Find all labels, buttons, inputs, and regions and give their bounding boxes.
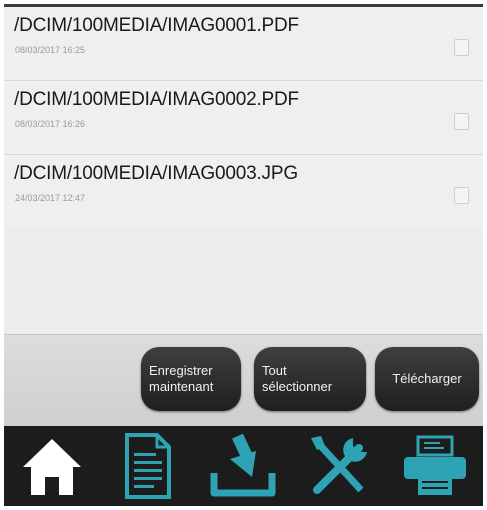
- printer-icon: [404, 435, 467, 495]
- file-path: /DCIM/100MEDIA/IMAG0003.JPG: [14, 163, 298, 184]
- file-checkbox[interactable]: [454, 187, 469, 204]
- save-now-label-line2: maintenant: [149, 379, 214, 394]
- file-checkbox[interactable]: [454, 39, 469, 56]
- file-list: /DCIM/100MEDIA/IMAG0001.PDF 08/03/2017 1…: [4, 7, 483, 228]
- app-screen: /DCIM/100MEDIA/IMAG0001.PDF 08/03/2017 1…: [4, 4, 483, 506]
- download-tray-icon: [210, 433, 276, 497]
- nav-tools[interactable]: [299, 426, 379, 506]
- action-bar: Enregistrer maintenant Tout sélectionner…: [4, 334, 483, 427]
- nav-document[interactable]: [108, 426, 188, 506]
- nav-printer[interactable]: [395, 426, 475, 506]
- file-path: /DCIM/100MEDIA/IMAG0001.PDF: [14, 15, 299, 36]
- nav-home[interactable]: [12, 426, 92, 506]
- nav-download[interactable]: [203, 426, 283, 506]
- select-all-label-line2: sélectionner: [262, 379, 333, 394]
- file-date: 24/03/2017 12:47: [15, 193, 86, 203]
- file-date: 08/03/2017 16:25: [15, 45, 86, 55]
- file-row[interactable]: /DCIM/100MEDIA/IMAG0001.PDF 08/03/2017 1…: [4, 7, 483, 81]
- tools-icon: [311, 436, 368, 494]
- file-checkbox[interactable]: [454, 113, 469, 130]
- file-row[interactable]: /DCIM/100MEDIA/IMAG0003.JPG 24/03/2017 1…: [4, 155, 483, 228]
- file-row[interactable]: /DCIM/100MEDIA/IMAG0002.PDF 08/03/2017 1…: [4, 81, 483, 155]
- download-label: Télécharger: [392, 371, 462, 386]
- home-icon: [22, 439, 81, 495]
- file-path: /DCIM/100MEDIA/IMAG0002.PDF: [14, 89, 299, 110]
- document-icon: [124, 433, 171, 499]
- select-all-label-line1: Tout: [262, 363, 287, 378]
- download-button[interactable]: Télécharger: [375, 347, 479, 411]
- bottom-nav-bar: [4, 426, 483, 506]
- file-date: 08/03/2017 16:26: [15, 119, 86, 129]
- save-now-label-line1: Enregistrer: [149, 363, 213, 378]
- select-all-button[interactable]: Tout sélectionner: [254, 347, 366, 411]
- save-now-button[interactable]: Enregistrer maintenant: [141, 347, 241, 411]
